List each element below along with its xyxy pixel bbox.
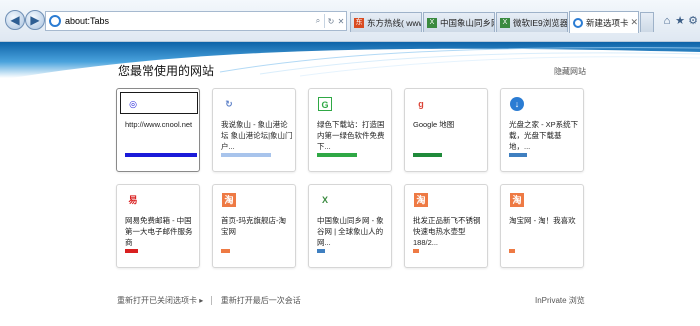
inprivate-link[interactable]: InPrivate 浏览 (535, 295, 585, 306)
reopen-last-session-link[interactable]: 重新打开最后一次会话 (221, 296, 301, 305)
site-tile-title: 淘宝网 - 淘！我喜欢 (509, 216, 576, 225)
site-tile[interactable]: 易 网易免费邮箱 - 中国第一大电子邮件服务商 (116, 184, 200, 268)
site-tile[interactable]: 淘 首页-玛克旗舰店-淘宝网 (212, 184, 296, 268)
taobao-icon: 淘 (510, 193, 524, 207)
back-button[interactable]: ◀ (5, 10, 25, 30)
usage-bar (509, 249, 515, 253)
site-tile[interactable]: X 中国象山同乡网 - 象谷网 | 全球象山人的网... (308, 184, 392, 268)
site-tile-title: Google 地图 (413, 120, 455, 129)
tab-label: 中国象山同乡网 ... (440, 17, 495, 28)
usage-bar (413, 153, 442, 157)
address-url[interactable]: about:Tabs (65, 16, 313, 26)
refresh-logo-icon: ↻ (225, 99, 233, 109)
hide-sites-link[interactable]: 隐藏网站 (554, 66, 586, 77)
back-arrow-icon: ◀ (10, 13, 20, 27)
tab-cnool[interactable]: 东 东方热线( www.c... (350, 12, 422, 32)
forward-arrow-icon: ▶ (30, 13, 40, 27)
site-tile-title: 网易免费邮箱 - 中国第一大电子邮件服务商 (125, 216, 193, 247)
site-tile-title: 批发正品新飞不锈钢快速电热水壶型188/2... (413, 216, 481, 247)
taobao-icon: 淘 (414, 193, 428, 207)
cnool-tab-icon: 东 (354, 17, 364, 28)
usage-bar (125, 249, 138, 253)
usage-bar (221, 249, 230, 253)
site-tile[interactable]: ↓ 光盘之家 - XP系统下载，光盘下载基地，... (500, 88, 584, 172)
tab-new-tab[interactable]: 新建选项卡 ✕ (569, 11, 639, 33)
close-tab-icon[interactable]: ✕ (629, 17, 638, 28)
usage-bar (317, 153, 357, 157)
site-tile-title: 中国象山同乡网 - 象谷网 | 全球象山人的网... (317, 216, 384, 247)
banner-swoosh (0, 47, 700, 90)
forward-button[interactable]: ▶ (25, 10, 45, 30)
usage-bar (413, 249, 419, 253)
ie-tab-icon (573, 17, 583, 28)
page-title: 您最常使用的网站 (118, 64, 215, 78)
refresh-icon[interactable]: ↻ (326, 17, 336, 26)
footer-left: 重新打开已关闭选项卡 ▸ 重新打开最后一次会话 (117, 295, 301, 306)
site-tile[interactable]: g Google 地图 (404, 88, 488, 172)
ie-page-icon (49, 15, 61, 27)
gear-icon[interactable]: ⚙ (686, 14, 700, 28)
site-tile[interactable]: ↻ 我说象山 - 象山港论坛 象山港论坛|象山门户... (212, 88, 296, 172)
xiangshan-icon: X (321, 195, 328, 205)
tab-xiangshan[interactable]: X 中国象山同乡网 ... (423, 12, 495, 32)
site-tile[interactable]: 淘 批发正品新飞不锈钢快速电热水壶型188/2... (404, 184, 488, 268)
browser-toolbar: ◀ ▶ about:Tabs ⌕ ↻ ✕ 东 东方热线( www.c... X … (0, 0, 700, 42)
tab-label: 东方热线( www.c... (367, 17, 421, 28)
new-tab-button[interactable] (640, 12, 654, 32)
address-bar[interactable]: about:Tabs ⌕ ↻ ✕ (45, 11, 347, 31)
xiangshan-tab-icon: X (500, 17, 510, 28)
divider (211, 296, 213, 306)
favorites-star-icon[interactable]: ★ (673, 14, 687, 28)
netease-icon: 易 (128, 195, 138, 205)
tab-ie9[interactable]: X 微软IE9浏览器抢... (496, 12, 568, 32)
usage-bar (125, 153, 197, 157)
site-tile-title: http://www.cnool.net (125, 120, 193, 129)
site-tile-title: 光盘之家 - XP系统下载，光盘下载基地，... (509, 120, 579, 151)
site-tile-title: 绿色下载站：打造国内第一绿色软件免费下... (317, 120, 385, 151)
site-tile[interactable]: G 绿色下载站：打造国内第一绿色软件免费下... (308, 88, 392, 172)
site-tile-title: 我说象山 - 象山港论坛 象山港论坛|象山门户... (221, 120, 293, 151)
reopen-closed-tabs-link[interactable]: 重新打开已关闭选项卡 (117, 296, 197, 305)
chevron-right-icon[interactable]: ▸ (199, 296, 203, 305)
site-tile[interactable]: 淘 淘宝网 - 淘！我喜欢 (500, 184, 584, 268)
tab-label: 微软IE9浏览器抢... (513, 17, 568, 28)
divider (324, 14, 325, 28)
usage-bar (317, 249, 325, 253)
cnool-icon: ◎ (129, 99, 137, 109)
green-g-icon: G (318, 97, 332, 111)
xiangshan-tab-icon: X (427, 17, 437, 28)
home-icon[interactable]: ⌂ (660, 14, 674, 28)
site-tile-title: 首页-玛克旗舰店-淘宝网 (221, 216, 286, 236)
google-maps-icon: g (418, 99, 424, 109)
search-icon[interactable]: ⌕ (313, 16, 323, 26)
usage-bar (509, 153, 527, 157)
usage-bar (221, 153, 271, 157)
stop-icon[interactable]: ✕ (336, 17, 346, 26)
tab-label: 新建选项卡 (586, 17, 629, 28)
site-tile[interactable]: ◎ http://www.cnool.net (116, 88, 200, 172)
download-arrow-icon: ↓ (510, 97, 524, 111)
taobao-icon: 淘 (222, 193, 236, 207)
